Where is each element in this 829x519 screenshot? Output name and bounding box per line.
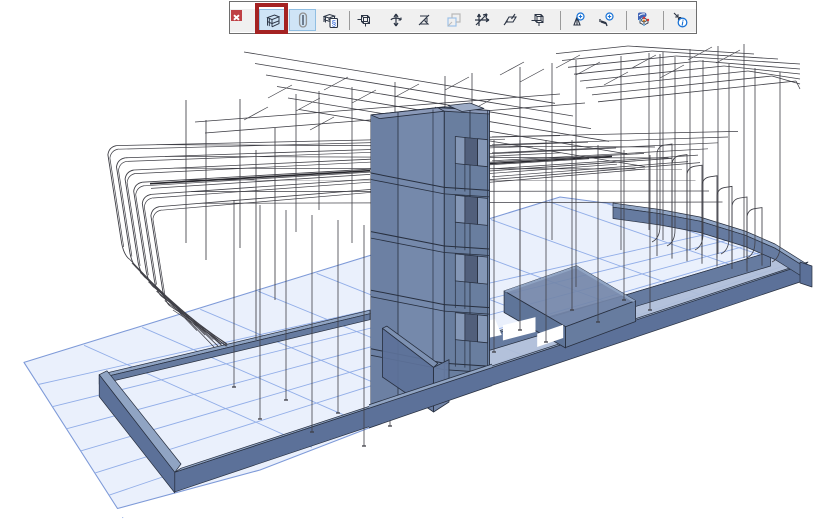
svg-text:§: § [331,19,335,28]
